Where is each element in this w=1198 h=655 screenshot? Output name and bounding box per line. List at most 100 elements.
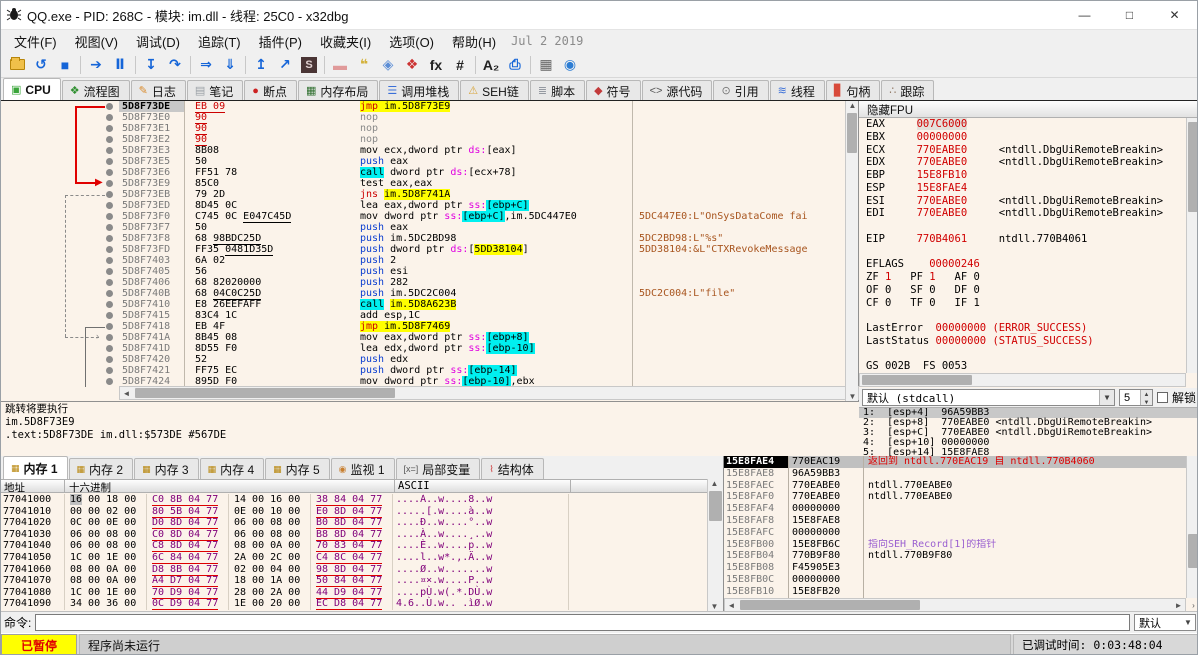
stack-row[interactable]: 15E8FAE896A59BB3	[724, 468, 863, 480]
breakpoint-dot[interactable]	[106, 312, 113, 319]
breakpoint-dot[interactable]	[106, 334, 113, 341]
stack-row[interactable]: 15E8FB08F45905E3	[724, 562, 863, 574]
stepper-arrows-icon[interactable]: ▲▼	[1140, 390, 1152, 405]
disasm-row[interactable]: 5D8F7421FF75 ECpush dword ptr ss:[ebp-14…	[1, 365, 846, 376]
tab-内存1[interactable]: ▦内存 1	[3, 456, 68, 479]
stack-comment[interactable]	[864, 586, 1198, 598]
stack-comment[interactable]	[864, 503, 1198, 515]
breakpoint-dot[interactable]	[106, 279, 113, 286]
dump-row[interactable]: 7704100016 00 18 00C0 8B 04 7714 00 16 0…	[1, 494, 707, 506]
disassembly-hscrollbar[interactable]: ◄►	[119, 386, 859, 400]
tab-句柄[interactable]: ▊句柄	[826, 80, 880, 101]
tab-局部变量[interactable]: [x=]局部变量	[396, 458, 481, 479]
register-line[interactable]	[859, 348, 1186, 361]
labels-icon[interactable]: ◈	[376, 54, 400, 76]
register-line[interactable]: LastStatus 00000000 (STATUS_SUCCESS)	[859, 335, 1186, 348]
disasm-row[interactable]: 5D8F7418EB 4Fjmp im.5D8F7469	[1, 321, 846, 332]
disasm-row[interactable]: 5D8F73FDFF35 0481D35Dpush dword ptr ds:[…	[1, 244, 846, 255]
menu-item-O[interactable]: 选项(O)	[380, 30, 443, 53]
disasm-row[interactable]: 5D8F740B68 04C0C25Dpush im.5DC2C0045DC2C…	[1, 288, 846, 299]
run-icon[interactable]: ➔	[84, 54, 108, 76]
animate-s-icon[interactable]: S	[297, 54, 321, 76]
tab-内存4[interactable]: ▦内存 4	[200, 458, 265, 479]
tab-SEH链[interactable]: ⚠SEH链	[460, 80, 529, 101]
register-line[interactable]: LastError 00000000 (ERROR_SUCCESS)	[859, 322, 1186, 335]
tab-断点[interactable]: ●断点	[244, 80, 297, 101]
command-input[interactable]	[35, 614, 1130, 631]
breakpoint-dot[interactable]	[106, 301, 113, 308]
disassembly-pane[interactable]: 5D8F73DEEB 09jmp im.5D8F73E95D8F73E090no…	[1, 101, 859, 457]
breakpoint-dot[interactable]	[106, 345, 113, 352]
menu-item-T[interactable]: 追踪(T)	[189, 30, 250, 53]
run-down-icon[interactable]: ⇓	[218, 54, 242, 76]
register-line[interactable]	[859, 220, 1186, 233]
stack-row[interactable]: 15E8FAF400000000	[724, 503, 863, 515]
disasm-row[interactable]: 5D8F741583C4 1Cadd esp,1C	[1, 310, 846, 321]
breakpoint-dot[interactable]	[106, 224, 113, 231]
close-button[interactable]: ✕	[1152, 1, 1197, 29]
step-into-icon[interactable]: ↧	[139, 54, 163, 76]
breakpoint-dot[interactable]	[106, 290, 113, 297]
breakpoint-dot[interactable]	[106, 125, 113, 132]
breakpoint-dot[interactable]	[106, 213, 113, 220]
menu-item-F[interactable]: 文件(F)	[5, 30, 66, 53]
stack-comment[interactable]: 返回到 ntdll.770EAC19 自 ntdll.770B4060	[864, 456, 1198, 468]
tab-内存5[interactable]: ▦内存 5	[265, 458, 330, 479]
disasm-row[interactable]: 5D8F742052push edx	[1, 354, 846, 365]
stack-row[interactable]: 15E8FB0C00000000	[724, 574, 863, 586]
dump-row[interactable]: 770410200C 00 0E 00D0 8D 04 7706 00 08 0…	[1, 517, 707, 529]
arg-depth-stepper[interactable]: 5 ▲▼	[1119, 389, 1153, 406]
tab-跟踪[interactable]: ∴跟踪	[881, 80, 934, 101]
globe-icon[interactable]: ◉	[558, 54, 582, 76]
tab-调用堆栈[interactable]: ☰调用堆栈	[379, 80, 459, 101]
breakpoint-dot[interactable]	[106, 268, 113, 275]
breakpoint-dot[interactable]	[106, 323, 113, 330]
breakpoint-dot[interactable]	[106, 169, 113, 176]
breakpoint-dot[interactable]	[106, 378, 113, 385]
menu-item-V[interactable]: 视图(V)	[66, 30, 127, 53]
menu-item-I[interactable]: 收藏夹(I)	[311, 30, 380, 53]
register-line[interactable]: EAX 007C6000	[859, 118, 1186, 131]
calling-convention-select[interactable]: 默认 (stdcall) ▼	[862, 389, 1115, 406]
tab-线程[interactable]: ≋线程	[770, 80, 825, 101]
tab-内存2[interactable]: ▦内存 2	[69, 458, 134, 479]
breakpoint-dot[interactable]	[106, 114, 113, 121]
tab-内存布局[interactable]: ▦内存布局	[298, 80, 378, 101]
breakpoint-dot[interactable]	[106, 257, 113, 264]
disasm-row[interactable]: 5D8F73E190nop	[1, 123, 846, 134]
bookmarks-icon[interactable]: ❖	[400, 54, 424, 76]
stack-row[interactable]: 15E8FAF0770EABE0	[724, 491, 863, 503]
tab-符号[interactable]: ◆符号	[586, 80, 640, 101]
disasm-row[interactable]: 5D8F73F868 98BDC25Dpush im.5DC2BD985DC2B…	[1, 233, 846, 244]
register-line[interactable]: EFLAGS 00000246	[859, 258, 1186, 271]
dump-row[interactable]: 770410801C 00 1E 0070 D9 04 7728 00 2A 0…	[1, 587, 707, 599]
stack-row[interactable]: 15E8FB1015E8FB20	[724, 586, 863, 598]
comments-vscrollbar[interactable]: ›	[1186, 456, 1198, 598]
chevron-down-icon[interactable]: ▼	[1099, 390, 1114, 405]
stack-comments-pane[interactable]: 返回到 ntdll.770EAC19 自 ntdll.770B4060 ntdll…	[863, 456, 1198, 611]
disasm-row[interactable]: 5D8F73E985C0test eax,eax	[1, 178, 846, 189]
register-line[interactable]: ESP 15E8FAE4	[859, 182, 1186, 195]
stop-icon[interactable]: ■	[53, 54, 77, 76]
step-out-icon[interactable]: ↥	[249, 54, 273, 76]
step-over-icon[interactable]: ↷	[163, 54, 187, 76]
disassembly-vscrollbar[interactable]: ▲ ▼	[845, 101, 858, 401]
register-line[interactable]: CF 0 TF 0 IF 1	[859, 297, 1186, 310]
stack-row[interactable]: 15E8FAE4770EAC19	[724, 456, 863, 468]
disasm-row[interactable]: 5D8F73E38B08mov ecx,dword ptr ds:[eax]	[1, 145, 846, 156]
patch-icon[interactable]: ▬	[328, 54, 352, 76]
register-line[interactable]: ESI 770EABE0 <ntdll.DbgUiRemoteBreakin>	[859, 195, 1186, 208]
tab-笔记[interactable]: ▤笔记	[187, 80, 243, 101]
maximize-button[interactable]: □	[1107, 1, 1152, 29]
dump-row[interactable]: 7704107008 00 0A 00A4 D7 04 7718 00 1A 0…	[1, 575, 707, 587]
pause-icon[interactable]: Ⅱ	[108, 54, 132, 76]
breakpoint-dot[interactable]	[106, 202, 113, 209]
register-line[interactable]: EIP 770B4061 ntdll.770B4061	[859, 233, 1186, 246]
disasm-row[interactable]: 5D8F7410E8 26EEFAFFcall im.5D8A623B	[1, 299, 846, 310]
disasm-row[interactable]: 5D8F73F750push eax	[1, 222, 846, 233]
dump-row[interactable]: 770410501C 00 1E 006C 84 04 772A 00 2C 0…	[1, 552, 707, 564]
tab-脚本[interactable]: ≣脚本	[530, 80, 585, 101]
tab-源代码[interactable]: <>源代码	[642, 80, 713, 101]
menu-item-H[interactable]: 帮助(H)	[443, 30, 505, 53]
stack-comment[interactable]: ntdll.770B9F80	[864, 550, 1198, 562]
